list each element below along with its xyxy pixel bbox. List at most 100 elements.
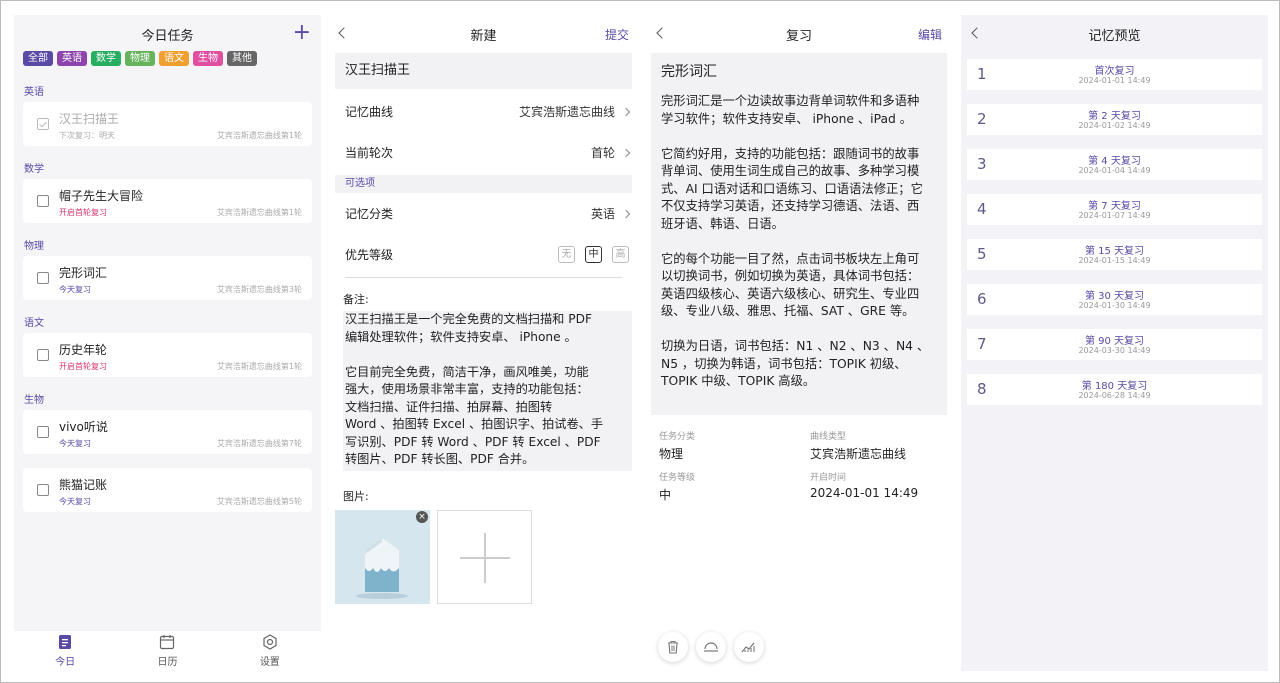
review-date: 2024-01-01 14:49	[1078, 76, 1151, 85]
category-tag[interactable]: 语文	[159, 51, 189, 66]
delete-button[interactable]	[658, 632, 688, 662]
page-title: 复习	[785, 28, 812, 44]
category-tag[interactable]: 其他	[227, 51, 257, 66]
review-row: 2第 2 天复习 2024-01-02 14:49	[967, 104, 1262, 135]
nav-settings[interactable]: 设置	[240, 631, 300, 671]
current-round-value: 首轮	[590, 146, 615, 160]
back-icon[interactable]	[969, 24, 985, 42]
remove-image-icon[interactable]: ×	[416, 511, 428, 523]
section-header: 数学	[24, 164, 44, 175]
nav-today-label: 今日	[55, 657, 76, 668]
task-checkbox[interactable]	[37, 118, 49, 130]
task-info: 任务分类 物理 曲线类型 艾宾浩斯遗忘曲线 任务等级中 开启时间 2024-01-01…	[659, 429, 952, 503]
back-icon[interactable]	[336, 24, 352, 42]
task-item[interactable]: 帽子先生大冒险开启首轮复习 艾宾浩斯遗忘曲线第1轮	[23, 179, 312, 223]
review-label: 首次复习	[1094, 66, 1135, 77]
chart-button[interactable]	[734, 632, 764, 662]
review-label: 第 15 天复习	[1084, 246, 1145, 257]
current-round-row[interactable]: 当前轮次 首轮	[328, 132, 639, 173]
category-tag[interactable]: 数学	[91, 51, 121, 66]
task-status: 下次复习：明天	[59, 131, 115, 140]
page-title: 记忆预览	[1088, 28, 1141, 44]
action-buttons	[658, 632, 764, 662]
category-tag[interactable]: 英语	[57, 51, 87, 66]
task-curve: 艾宾浩斯遗忘曲线第3轮	[216, 285, 302, 294]
review-label: 第 4 天复习	[1088, 156, 1141, 167]
category-tags: 全部 英语 数学 物理 语文 生物 其他	[14, 51, 321, 69]
category-tag[interactable]: 生物	[193, 51, 223, 66]
bottom-nav: 今日 日历 设置	[14, 631, 321, 671]
task-checkbox[interactable]	[37, 484, 49, 496]
review-row: 3第 4 天复习 2024-01-04 14:49	[967, 149, 1262, 180]
task-status: 今天复习	[59, 439, 91, 448]
header: 复习 编辑	[646, 15, 952, 53]
header: 今日任务 +	[14, 15, 321, 53]
nav-calendar[interactable]: 日历	[137, 631, 197, 671]
priority-none-button[interactable]: 无	[558, 246, 575, 263]
task-curve: 艾宾浩斯遗忘曲线第1轮	[216, 208, 302, 217]
task-name: 帽子先生大冒险	[59, 189, 144, 203]
task-item[interactable]: 历史年轮 开启首轮复习 艾宾浩斯遗忘曲线第1轮	[23, 333, 312, 377]
priority-high-button[interactable]: 高	[612, 246, 629, 263]
image-label: 图片:	[343, 490, 369, 503]
add-image-button[interactable]	[437, 510, 532, 604]
task-name-input[interactable]: 汉王扫描王	[335, 53, 632, 89]
image-thumbnail[interactable]: ×	[335, 510, 430, 604]
back-icon[interactable]	[654, 24, 670, 42]
review-date: 2024-06-28 14:49	[1078, 391, 1151, 400]
task-item[interactable]: 熊猫记账 今天复习 艾宾浩斯遗忘曲线第5轮	[23, 468, 312, 512]
chevron-right-icon	[621, 148, 631, 157]
category-tag[interactable]: 全部	[23, 51, 53, 66]
memory-curve-row[interactable]: 记忆曲线 艾宾浩斯遗忘曲线	[328, 91, 639, 132]
trend-chart-icon	[741, 642, 755, 653]
priority-medium-button[interactable]: 中	[585, 246, 602, 263]
category-row[interactable]: 记忆分类 英语	[328, 193, 639, 234]
note-textarea[interactable]: 汉王扫描王是一个完全免费的文档扫描和 PDF 编辑处理软件；软件支持安卓、 iP…	[343, 311, 632, 471]
milk-carton-image	[335, 510, 430, 604]
review-label: 第 180 天复习	[1081, 381, 1148, 392]
page-title: 今日任务	[141, 28, 194, 44]
review-row: 1 首次复习 2024-01-01 14:49	[967, 59, 1262, 90]
memory-preview-screen: 记忆预览 1 首次复习 2024-01-01 14:49 2 第 2 天复习 2024-0…	[961, 15, 1268, 671]
review-card: 完形词汇 完形词汇是一个边读故事边背单词软件和多语种 学习软件；软件支持安卓、 i…	[651, 53, 947, 415]
header: 记忆预览	[961, 15, 1268, 53]
info-key: 开启时间	[810, 473, 847, 483]
task-item[interactable]: 汉王扫描王 下次复习：明天 艾宾浩斯遗忘曲线第1轮	[23, 102, 312, 146]
review-date: 2024-01-04 14:49	[1078, 166, 1151, 175]
today-tasks-screen: 今日任务 + 全部 英语 数学 物理 语文 生物 其他 英语汉王扫描王 下次复习：明天 艾宾浩斯…	[14, 15, 321, 671]
task-status: 开启首轮复习	[59, 208, 107, 217]
task-checkbox[interactable]	[37, 426, 49, 438]
add-task-icon[interactable]: +	[293, 22, 311, 44]
task-list: 英语 汉王扫描王 下次复习：明天 艾宾浩斯遗忘曲线第1轮 数学 帽子先生大冒险 开启首轮复习…	[14, 83, 321, 512]
task-name: vivo听说	[59, 420, 108, 434]
task-checkbox[interactable]	[37, 195, 49, 207]
review-row: 5第 15 天复习 2024-01-15 14:49	[967, 239, 1262, 270]
section-header: 生物	[24, 395, 44, 406]
review-label: 第 30 天复习	[1084, 291, 1145, 302]
task-item[interactable]: 完形词汇 今天复习 艾宾浩斯遗忘曲线第3轮	[23, 256, 312, 300]
reset-button[interactable]	[696, 632, 726, 662]
info-value: 物理	[659, 447, 684, 461]
review-label: 第 2 天复习	[1088, 111, 1141, 122]
chevron-right-icon	[621, 209, 631, 218]
task-checkbox[interactable]	[37, 272, 49, 284]
task-curve: 艾宾浩斯遗忘曲线第1轮	[216, 362, 302, 371]
memory-curve-value: 艾宾浩斯遗忘曲线	[518, 105, 615, 119]
nav-today[interactable]: 今日	[35, 631, 95, 671]
task-status: 开启首轮复习	[59, 362, 107, 371]
review-row: 8第 180 天复习 2024-06-28 14:49	[967, 374, 1262, 405]
task-checkbox[interactable]	[37, 349, 49, 361]
edit-button[interactable]: 编辑	[918, 26, 942, 43]
category-tag[interactable]: 物理	[125, 51, 155, 66]
nav-calendar-label: 日历	[157, 657, 178, 668]
task-item[interactable]: vivo听说 今天复习 艾宾浩斯遗忘曲线第7轮	[23, 410, 312, 454]
priority-label: 优先等级	[345, 248, 394, 262]
info-value: 2024-01-01 14:49	[810, 486, 919, 500]
info-key: 曲线类型	[810, 432, 847, 442]
today-icon	[59, 635, 72, 649]
review-card-title: 完形词汇	[661, 64, 717, 80]
info-key: 任务分类	[659, 432, 696, 442]
review-date: 2024-01-30 14:49	[1078, 301, 1151, 310]
submit-button[interactable]: 提交	[605, 26, 629, 43]
gear-icon	[263, 634, 277, 650]
